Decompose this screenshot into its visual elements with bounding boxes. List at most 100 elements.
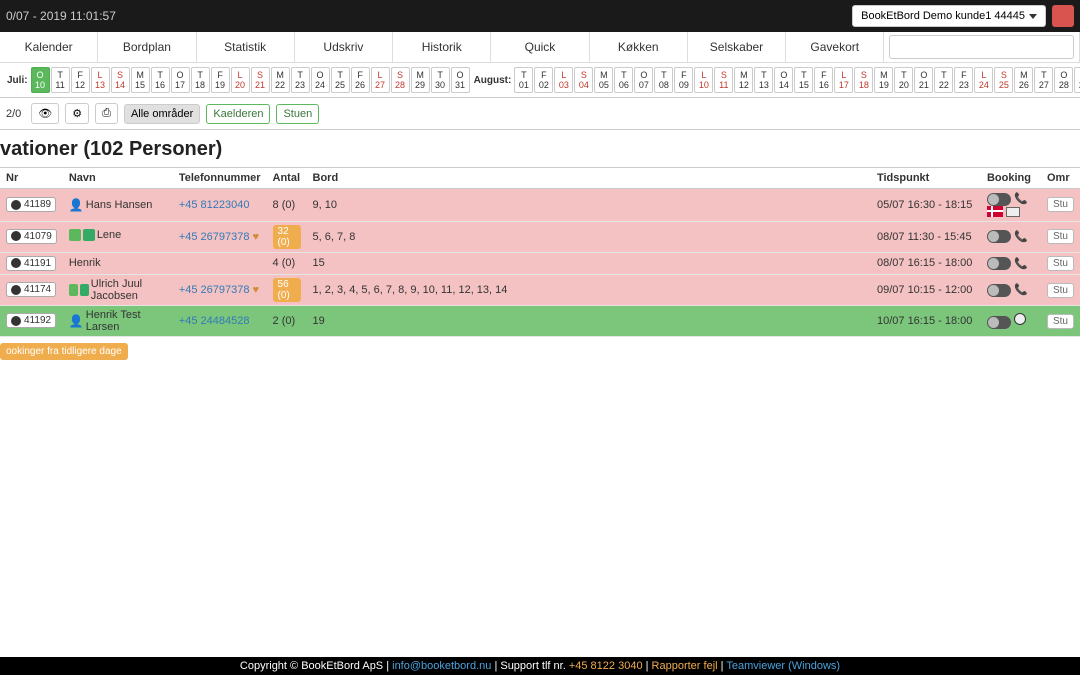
day-cell[interactable]: T29: [1074, 67, 1080, 93]
footer-teamviewer-link[interactable]: Teamviewer (Windows): [726, 660, 840, 672]
status-toggle[interactable]: [987, 284, 1011, 297]
area-button[interactable]: Stu: [1047, 283, 1074, 298]
day-weekday: O: [317, 70, 324, 80]
reservation-id-pill[interactable]: 41174: [6, 282, 56, 297]
table-row[interactable]: 41192👤 Henrik Test Larsen+45 244845282 (…: [0, 306, 1080, 337]
area-stuen-button[interactable]: Stuen: [276, 104, 319, 124]
footer-report-link[interactable]: Rapporter fejl: [652, 660, 718, 672]
nav-udskriv[interactable]: Udskriv: [295, 32, 393, 62]
area-kaelderen-button[interactable]: Kaelderen: [206, 104, 270, 124]
view-button[interactable]: 👁: [31, 103, 59, 124]
day-cell[interactable]: L03: [554, 67, 573, 93]
nav-kokken[interactable]: Køkken: [590, 32, 688, 62]
table-row[interactable]: 41079 Lene+45 26797378 ♥32 (0)5, 6, 7, 8…: [0, 221, 1080, 252]
nav-selskaber[interactable]: Selskaber: [688, 32, 786, 62]
day-cell[interactable]: T27: [1034, 67, 1053, 93]
day-cell[interactable]: O10: [31, 67, 50, 93]
table-row[interactable]: 41191Henrik4 (0)1508/07 16:15 - 18:00 📞S…: [0, 252, 1080, 275]
day-cell[interactable]: O24: [311, 67, 330, 93]
nav-bordplan[interactable]: Bordplan: [98, 32, 196, 62]
day-cell[interactable]: T13: [754, 67, 773, 93]
nav-quick[interactable]: Quick: [491, 32, 589, 62]
area-button[interactable]: Stu: [1047, 229, 1074, 244]
day-cell[interactable]: O17: [171, 67, 190, 93]
reservation-id-pill[interactable]: 41079: [6, 229, 57, 244]
day-cell[interactable]: T18: [191, 67, 210, 93]
table-row[interactable]: 41189👤 Hans Hansen+45 812230408 (0)9, 10…: [0, 189, 1080, 222]
customer-dropdown[interactable]: BookEtBord Demo kunde1 44445: [852, 5, 1046, 27]
day-cell[interactable]: M26: [1014, 67, 1033, 93]
area-all-button[interactable]: Alle områder: [124, 104, 200, 124]
day-cell[interactable]: T20: [894, 67, 913, 93]
phone-link[interactable]: +45 26797378: [179, 231, 250, 243]
guest-name: Henrik: [69, 257, 101, 269]
day-cell[interactable]: T30: [431, 67, 450, 93]
day-cell[interactable]: M05: [594, 67, 613, 93]
print-button[interactable]: ⎙: [95, 103, 118, 124]
day-cell[interactable]: F09: [674, 67, 693, 93]
day-cell[interactable]: O28: [1054, 67, 1073, 93]
day-cell[interactable]: O07: [634, 67, 653, 93]
day-cell[interactable]: M19: [874, 67, 893, 93]
day-cell[interactable]: T06: [614, 67, 633, 93]
day-cell[interactable]: S25: [994, 67, 1013, 93]
earlier-bookings-button[interactable]: ookinger fra tidligere dage: [0, 343, 128, 360]
day-cell[interactable]: T23: [291, 67, 310, 93]
reservation-id-pill[interactable]: 41189: [6, 197, 56, 212]
area-button[interactable]: Stu: [1047, 256, 1074, 271]
day-cell[interactable]: L13: [91, 67, 110, 93]
settings-button[interactable]: ⚙: [65, 103, 89, 124]
day-cell[interactable]: T25: [331, 67, 350, 93]
reservation-id-pill[interactable]: 41192: [6, 313, 56, 328]
day-cell[interactable]: F23: [954, 67, 973, 93]
day-cell[interactable]: T01: [514, 67, 533, 93]
day-cell[interactable]: S14: [111, 67, 130, 93]
area-button[interactable]: Stu: [1047, 314, 1074, 329]
day-cell[interactable]: M29: [411, 67, 430, 93]
footer-email-link[interactable]: info@booketbord.nu: [392, 660, 491, 672]
status-toggle[interactable]: [987, 316, 1011, 329]
day-cell[interactable]: F16: [814, 67, 833, 93]
day-cell[interactable]: S04: [574, 67, 593, 93]
search-input[interactable]: [889, 35, 1074, 59]
day-cell[interactable]: O31: [451, 67, 470, 93]
table-row[interactable]: 41174 Ulrich Juul Jacobsen+45 26797378 ♥…: [0, 275, 1080, 306]
nav-historik[interactable]: Historik: [393, 32, 491, 62]
footer-support-phone[interactable]: +45 8122 3040: [569, 660, 643, 672]
day-cell[interactable]: O14: [774, 67, 793, 93]
day-cell[interactable]: M15: [131, 67, 150, 93]
status-toggle[interactable]: [987, 230, 1011, 243]
day-cell[interactable]: M22: [271, 67, 290, 93]
day-cell[interactable]: T08: [654, 67, 673, 93]
phone-link[interactable]: +45 24484528: [179, 315, 250, 327]
day-cell[interactable]: L17: [834, 67, 853, 93]
day-cell[interactable]: S11: [714, 67, 733, 93]
phone-link[interactable]: +45 26797378: [179, 284, 250, 296]
day-cell[interactable]: S18: [854, 67, 873, 93]
day-cell[interactable]: S28: [391, 67, 410, 93]
nav-kalender[interactable]: Kalender: [0, 32, 98, 62]
day-cell[interactable]: F19: [211, 67, 230, 93]
day-cell[interactable]: L24: [974, 67, 993, 93]
day-cell[interactable]: T22: [934, 67, 953, 93]
day-cell[interactable]: O21: [914, 67, 933, 93]
alert-button[interactable]: [1052, 5, 1074, 27]
nav-statistik[interactable]: Statistik: [197, 32, 295, 62]
day-cell[interactable]: F02: [534, 67, 553, 93]
day-cell[interactable]: T11: [51, 67, 70, 93]
status-toggle[interactable]: [987, 193, 1011, 206]
day-cell[interactable]: L10: [694, 67, 713, 93]
phone-link[interactable]: +45 81223040: [179, 199, 250, 211]
day-cell[interactable]: F26: [351, 67, 370, 93]
day-cell[interactable]: T15: [794, 67, 813, 93]
area-button[interactable]: Stu: [1047, 197, 1074, 212]
day-cell[interactable]: S21: [251, 67, 270, 93]
day-cell[interactable]: L20: [231, 67, 250, 93]
status-toggle[interactable]: [987, 257, 1011, 270]
day-cell[interactable]: L27: [371, 67, 390, 93]
nav-gavekort[interactable]: Gavekort: [786, 32, 884, 62]
day-cell[interactable]: T16: [151, 67, 170, 93]
reservation-id-pill[interactable]: 41191: [6, 256, 56, 271]
day-cell[interactable]: F12: [71, 67, 90, 93]
day-cell[interactable]: M12: [734, 67, 753, 93]
